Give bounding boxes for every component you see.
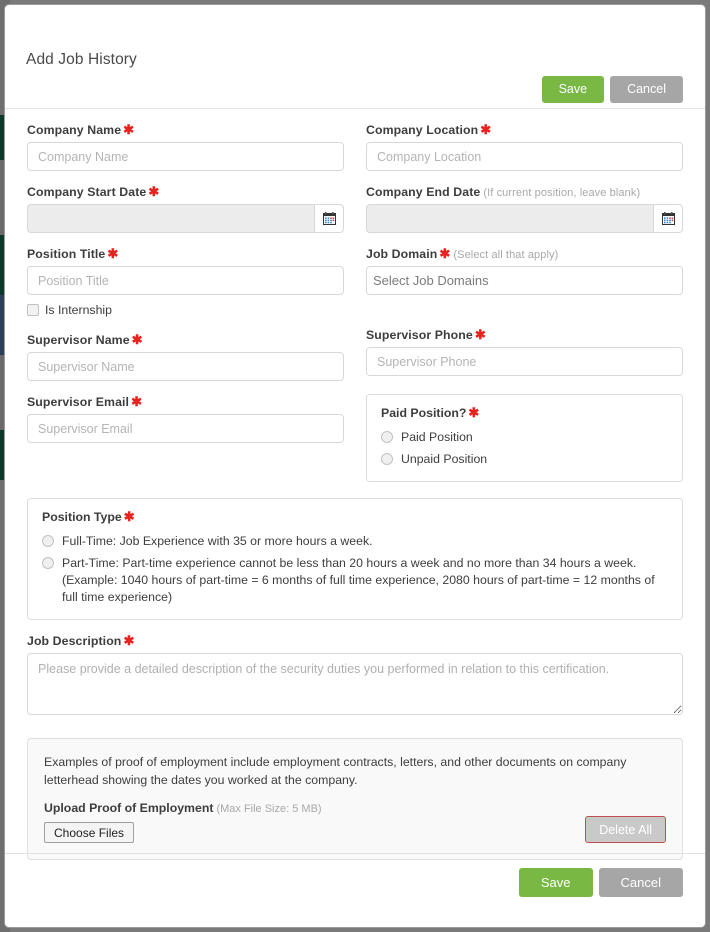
calendar-icon-button-start[interactable] — [314, 204, 344, 233]
field-company-location: Company Location✱ — [366, 123, 683, 171]
company-start-date-label: Company Start Date✱ — [27, 185, 344, 199]
field-company-start-date: Company Start Date✱ — [27, 185, 344, 233]
add-job-history-modal: Add Job History Save Cancel Company Name… — [4, 4, 706, 928]
position-type-title: Position Type✱ — [42, 510, 668, 524]
cancel-button-bottom[interactable]: Cancel — [599, 868, 683, 897]
paid-position-title: Paid Position?✱ — [381, 406, 668, 420]
upload-max-size-hint: (Max File Size: 5 MB) — [216, 803, 321, 815]
choose-files-button[interactable]: Choose Files — [44, 822, 134, 843]
position-title-input[interactable] — [27, 266, 344, 295]
field-job-description: Job Description✱ — [27, 634, 683, 720]
part-time-radio[interactable] — [42, 557, 54, 569]
radio-option-unpaid[interactable]: Unpaid Position — [381, 451, 668, 468]
supervisor-phone-input[interactable] — [366, 347, 683, 376]
radio-option-paid[interactable]: Paid Position — [381, 429, 668, 446]
position-title-label: Position Title✱ — [27, 247, 344, 261]
company-end-date-hint: (If current position, leave blank) — [483, 187, 640, 199]
upload-proof-label: Upload Proof of Employment(Max File Size… — [44, 801, 666, 815]
save-button-bottom[interactable]: Save — [519, 868, 593, 897]
header-button-group: Save Cancel — [542, 76, 683, 103]
radio-option-part-time[interactable]: Part-Time: Part-time experience cannot b… — [42, 555, 668, 606]
company-start-date-group — [27, 204, 344, 233]
is-internship-row[interactable]: Is Internship — [27, 303, 344, 317]
cancel-button-top[interactable]: Cancel — [610, 76, 683, 103]
full-time-option-label: Full-Time: Job Experience with 35 or mor… — [62, 533, 373, 550]
required-asterisk-icon: ✱ — [131, 394, 142, 409]
paid-position-panel: Paid Position?✱ Paid Position Unpaid Pos… — [366, 394, 683, 482]
unpaid-position-radio[interactable] — [381, 453, 393, 465]
field-supervisor-name: Supervisor Name✱ — [27, 333, 344, 381]
required-asterisk-icon: ✱ — [468, 405, 479, 420]
upload-description: Examples of proof of employment include … — [44, 753, 666, 789]
form-row-1: Company Name✱ Company Start Date✱ — [27, 109, 683, 482]
supervisor-phone-label: Supervisor Phone✱ — [366, 328, 683, 342]
required-asterisk-icon: ✱ — [123, 633, 134, 648]
required-asterisk-icon: ✱ — [439, 246, 450, 261]
calendar-icon — [662, 212, 675, 225]
unpaid-position-option-label: Unpaid Position — [401, 451, 487, 468]
form-column-right: Company Location✱ Company End Date(If cu… — [366, 109, 683, 482]
delete-all-button[interactable]: Delete All — [585, 816, 666, 843]
paid-position-fieldset: Paid Position?✱ Paid Position Unpaid Pos… — [366, 394, 683, 482]
required-asterisk-icon: ✱ — [148, 184, 159, 199]
is-internship-label: Is Internship — [45, 303, 112, 317]
supervisor-email-label: Supervisor Email✱ — [27, 395, 344, 409]
calendar-icon-button-end[interactable] — [653, 204, 683, 233]
full-time-radio[interactable] — [42, 535, 54, 547]
company-name-input[interactable] — [27, 142, 344, 171]
part-time-option-label: Part-Time: Part-time experience cannot b… — [62, 555, 668, 606]
paid-position-radio[interactable] — [381, 431, 393, 443]
modal-footer: Save Cancel — [5, 853, 705, 928]
job-domain-hint: (Select all that apply) — [453, 249, 558, 261]
company-end-date-label: Company End Date(If current position, le… — [366, 185, 683, 199]
position-type-fieldset: Position Type✱ Full-Time: Job Experience… — [27, 498, 683, 620]
job-description-label: Job Description✱ — [27, 634, 683, 648]
field-company-end-date: Company End Date(If current position, le… — [366, 185, 683, 233]
required-asterisk-icon: ✱ — [475, 327, 486, 342]
job-description-textarea[interactable] — [27, 653, 683, 715]
company-name-label: Company Name✱ — [27, 123, 344, 137]
field-company-name: Company Name✱ — [27, 123, 344, 171]
field-job-domain: Job Domain✱(Select all that apply) Selec… — [366, 247, 683, 295]
field-supervisor-phone: Supervisor Phone✱ — [366, 328, 683, 376]
form-column-left: Company Name✱ Company Start Date✱ — [27, 109, 344, 482]
field-position-title: Position Title✱ Is Internship — [27, 247, 344, 317]
company-end-date-input[interactable] — [366, 204, 653, 233]
radio-option-full-time[interactable]: Full-Time: Job Experience with 35 or mor… — [42, 533, 668, 550]
company-location-label: Company Location✱ — [366, 123, 683, 137]
required-asterisk-icon: ✱ — [132, 332, 143, 347]
modal-body: Company Name✱ Company Start Date✱ — [5, 109, 705, 860]
supervisor-name-label: Supervisor Name✱ — [27, 333, 344, 347]
company-location-input[interactable] — [366, 142, 683, 171]
company-end-date-group — [366, 204, 683, 233]
field-supervisor-email: Supervisor Email✱ — [27, 395, 344, 443]
is-internship-checkbox[interactable] — [27, 304, 39, 316]
job-domain-label: Job Domain✱(Select all that apply) — [366, 247, 683, 261]
required-asterisk-icon: ✱ — [107, 246, 118, 261]
modal-header: Add Job History Save Cancel — [5, 5, 705, 109]
supervisor-name-input[interactable] — [27, 352, 344, 381]
paid-position-option-label: Paid Position — [401, 429, 473, 446]
required-asterisk-icon: ✱ — [124, 509, 135, 524]
supervisor-email-input[interactable] — [27, 414, 344, 443]
company-start-date-input[interactable] — [27, 204, 314, 233]
footer-button-group: Save Cancel — [519, 868, 683, 897]
required-asterisk-icon: ✱ — [123, 122, 134, 137]
calendar-icon — [323, 212, 336, 225]
required-asterisk-icon: ✱ — [480, 122, 491, 137]
proof-of-employment-panel: Examples of proof of employment include … — [27, 738, 683, 860]
job-domain-multiselect[interactable]: Select Job Domains — [366, 266, 683, 295]
save-button-top[interactable]: Save — [542, 76, 605, 103]
page-title: Add Job History — [26, 51, 137, 69]
